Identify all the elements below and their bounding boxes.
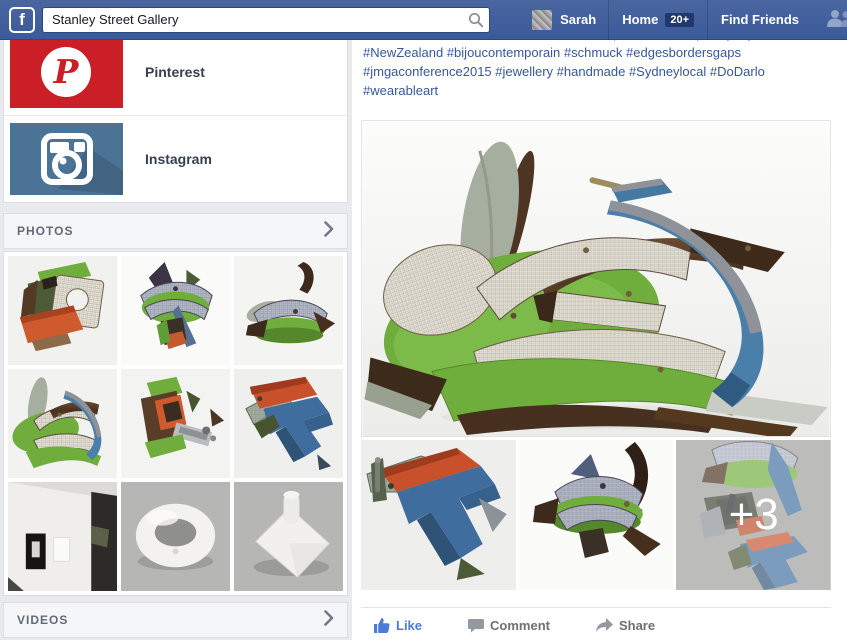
profile-link[interactable]: Sarah [560,12,596,27]
photo-thumbnail[interactable] [234,369,343,478]
pinterest-logo: P [10,36,123,108]
photo-thumbnail[interactable] [8,369,117,478]
photo-thumbnail[interactable] [8,256,117,365]
like-label: Like [396,618,422,633]
instagram-logo [10,123,123,195]
svg-text:P: P [53,52,80,91]
friend-requests-icon[interactable] [826,9,847,30]
videos-header-label: VIDEOS [17,613,68,627]
facebook-page: #handmade2015 #exhibition #wearablesculp… [0,0,847,640]
home-link[interactable]: Home 20+ [609,0,707,39]
photo-thumbnail[interactable] [121,256,230,365]
hashtag-line[interactable]: #jmgaconference2015 #jewellery #handmade… [363,62,835,81]
chevron-right-icon [324,221,334,242]
like-button[interactable]: Like [374,618,422,633]
more-photos-overlay: +3 [676,440,831,590]
hashtag-line[interactable]: #NewZealand #bijoucontemporain #schmuck … [363,43,835,62]
photo-thumbnail[interactable] [8,482,117,591]
action-divider [361,607,831,608]
search-box [42,7,490,33]
post-main-photo[interactable] [361,120,831,437]
sidebar-item-pinterest[interactable]: P Pinterest [4,29,347,115]
like-icon [374,618,390,633]
search-icon[interactable] [468,12,484,28]
share-button[interactable]: Share [596,618,655,633]
share-label: Share [619,618,655,633]
top-navbar: f Sarah Home 20+ Find Friends [0,0,847,40]
navbar-right: Sarah Home 20+ Find Friends [532,0,847,39]
post-thumbnail[interactable] [519,440,674,590]
apps-card: P Pinterest Instagram [3,28,348,203]
avatar[interactable] [532,10,552,30]
find-friends-link[interactable]: Find Friends [708,0,812,39]
app-label: Pinterest [145,64,205,80]
notification-badge: 20+ [665,13,694,27]
post-panel: #handmade2015 #exhibition #wearablesculp… [352,0,847,640]
post-thumbnail-more[interactable]: +3 [676,440,831,590]
photos-section-header[interactable]: PHOTOS [3,213,348,249]
app-label: Instagram [145,151,212,167]
post-thumbnails: +3 [361,440,831,590]
videos-section-header[interactable]: VIDEOS [3,602,348,638]
photo-thumbnail[interactable] [121,369,230,478]
sidebar-item-instagram[interactable]: Instagram [4,115,347,202]
share-icon [596,618,613,633]
photo-thumbnail[interactable] [234,256,343,365]
photo-thumbnail[interactable] [121,482,230,591]
photo-thumbnail[interactable] [234,482,343,591]
photos-header-label: PHOTOS [17,224,73,238]
hashtag-line[interactable]: #wearableart [363,81,835,100]
home-label: Home [622,12,658,27]
comment-icon [468,618,484,633]
search-input[interactable] [42,7,490,33]
comment-button[interactable]: Comment [468,618,550,633]
comment-label: Comment [490,618,550,633]
post-thumbnail[interactable] [361,440,516,590]
chevron-right-icon [324,610,334,631]
facebook-logo[interactable]: f [9,7,35,33]
post-action-bar: Like Comment Share [361,613,831,637]
photos-grid [3,251,348,596]
find-friends-label: Find Friends [721,12,799,27]
